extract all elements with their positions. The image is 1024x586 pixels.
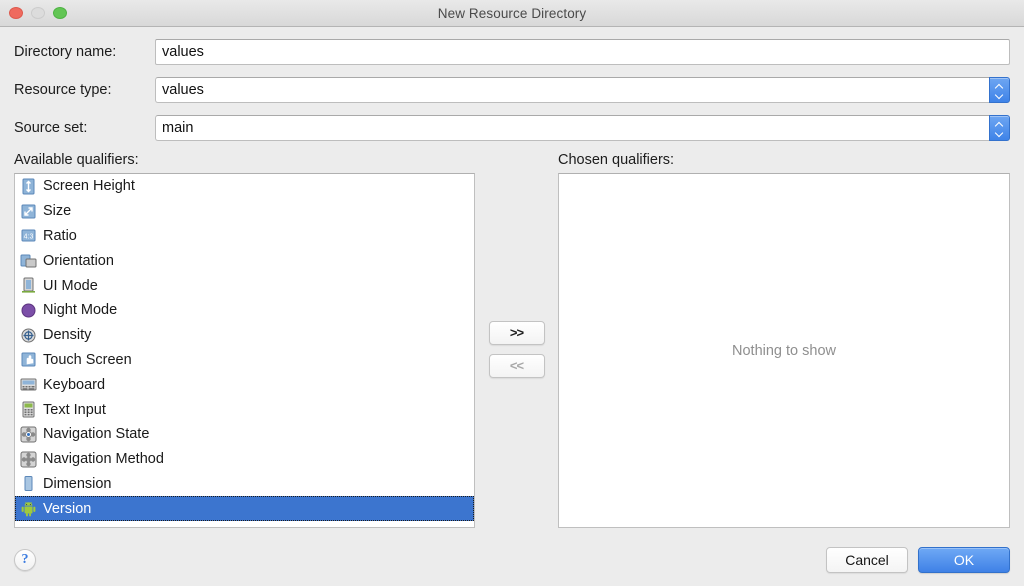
add-qualifier-button[interactable]: >> [488,320,545,345]
list-item-label: Size [43,203,72,220]
source-set-combo[interactable]: main [155,114,1010,141]
list-item[interactable]: Orientation [15,248,474,273]
ok-button[interactable]: OK [918,547,1010,573]
list-item[interactable]: Version [15,496,474,522]
list-item-label: Touch Screen [43,351,132,368]
resource-type-combo[interactable]: values [155,76,1010,103]
ratio-icon: 4:3 [20,227,37,244]
list-item-label: UI Mode [43,277,98,294]
density-icon [20,327,37,344]
list-item[interactable]: UI Mode [15,273,474,298]
chevron-up-icon [995,84,1004,89]
size-icon [20,203,37,220]
list-item[interactable]: Dimension [15,472,474,497]
svg-text:4:3: 4:3 [24,234,34,241]
window-controls [9,0,67,26]
close-button[interactable] [9,7,23,19]
list-item-label: Version [43,500,92,517]
dimension-icon [20,475,37,492]
available-qualifiers-label: Available qualifiers: [14,152,139,168]
source-set-value[interactable]: main [155,114,989,141]
list-item[interactable]: Navigation Method [15,447,474,472]
list-item-label: Navigation State [43,426,150,443]
chevron-down-icon [995,129,1004,134]
dialog-footer: ? Cancel OK [0,534,1024,586]
new-resource-directory-dialog: New Resource Directory Directory name: R… [0,0,1024,586]
source-set-label: Source set: [14,119,88,136]
dialog-content: Directory name: Resource type: values So… [0,27,1024,534]
directory-name-input[interactable] [155,38,1010,65]
chevron-up-icon [995,122,1004,127]
list-item[interactable]: Touch Screen [15,348,474,373]
list-item-label: Orientation [43,252,114,269]
list-item-label: Keyboard [43,376,106,393]
list-item-label: Screen Height [43,178,135,195]
directory-name-row: Directory name: [14,38,1010,65]
list-item-label: Text Input [43,401,106,418]
resource-type-label: Resource type: [14,81,112,98]
orientation-icon [20,252,37,269]
available-qualifiers-list[interactable]: Screen Height Size 4:3 Ratio Orientation UI M… [14,173,475,528]
list-item[interactable]: Size [15,199,474,224]
available-qualifiers-panel: Available qualifiers: Screen Height Size 4… [14,152,475,528]
form-section: Directory name: Resource type: values So… [14,27,1010,152]
list-item[interactable]: Text Input [15,397,474,422]
chosen-qualifiers-label: Chosen qualifiers: [558,152,675,168]
cancel-button[interactable]: Cancel [826,547,908,573]
list-item-label: Night Mode [43,302,118,319]
empty-state-message: Nothing to show [732,342,836,359]
android-version-icon [20,500,37,517]
list-item[interactable]: Density [15,323,474,348]
resource-type-stepper[interactable] [989,76,1010,103]
list-item-label: Ratio [43,227,77,244]
list-item-label: Density [43,327,92,344]
navigation-state-icon [20,426,37,443]
list-item-label: Navigation Method [43,451,164,468]
night-mode-icon [20,302,37,319]
chevron-down-icon [995,91,1004,96]
footer-actions: Cancel OK [826,547,1010,573]
list-item[interactable]: Screen Height [15,174,474,199]
directory-name-label: Directory name: [14,43,117,60]
help-button[interactable]: ? [14,549,36,571]
source-set-row: Source set: main [14,114,1010,141]
list-item[interactable]: Night Mode [15,298,474,323]
list-item-label: Dimension [43,475,112,492]
remove-qualifier-button[interactable]: << [488,353,545,378]
window-title: New Resource Directory [437,5,587,21]
touch-screen-icon [20,351,37,368]
resource-type-value[interactable]: values [155,76,989,103]
qualifiers-section: Available qualifiers: Screen Height Size 4… [14,152,1010,534]
keyboard-icon [20,376,37,393]
chosen-qualifiers-panel: Chosen qualifiers: Nothing to show [558,152,1010,528]
ui-mode-icon [20,277,37,294]
text-input-icon [20,401,37,418]
title-bar: New Resource Directory [0,0,1024,27]
transfer-buttons: >> << [475,152,558,528]
list-item[interactable]: Keyboard [15,372,474,397]
source-set-stepper[interactable] [989,114,1010,141]
chosen-qualifiers-list[interactable]: Nothing to show [558,173,1010,528]
screen-height-icon [20,178,37,195]
resource-type-row: Resource type: values [14,76,1010,103]
minimize-button[interactable] [31,7,45,19]
maximize-button[interactable] [53,7,67,19]
navigation-method-icon [20,451,37,468]
list-item[interactable]: Navigation State [15,422,474,447]
list-item[interactable]: 4:3 Ratio [15,224,474,249]
